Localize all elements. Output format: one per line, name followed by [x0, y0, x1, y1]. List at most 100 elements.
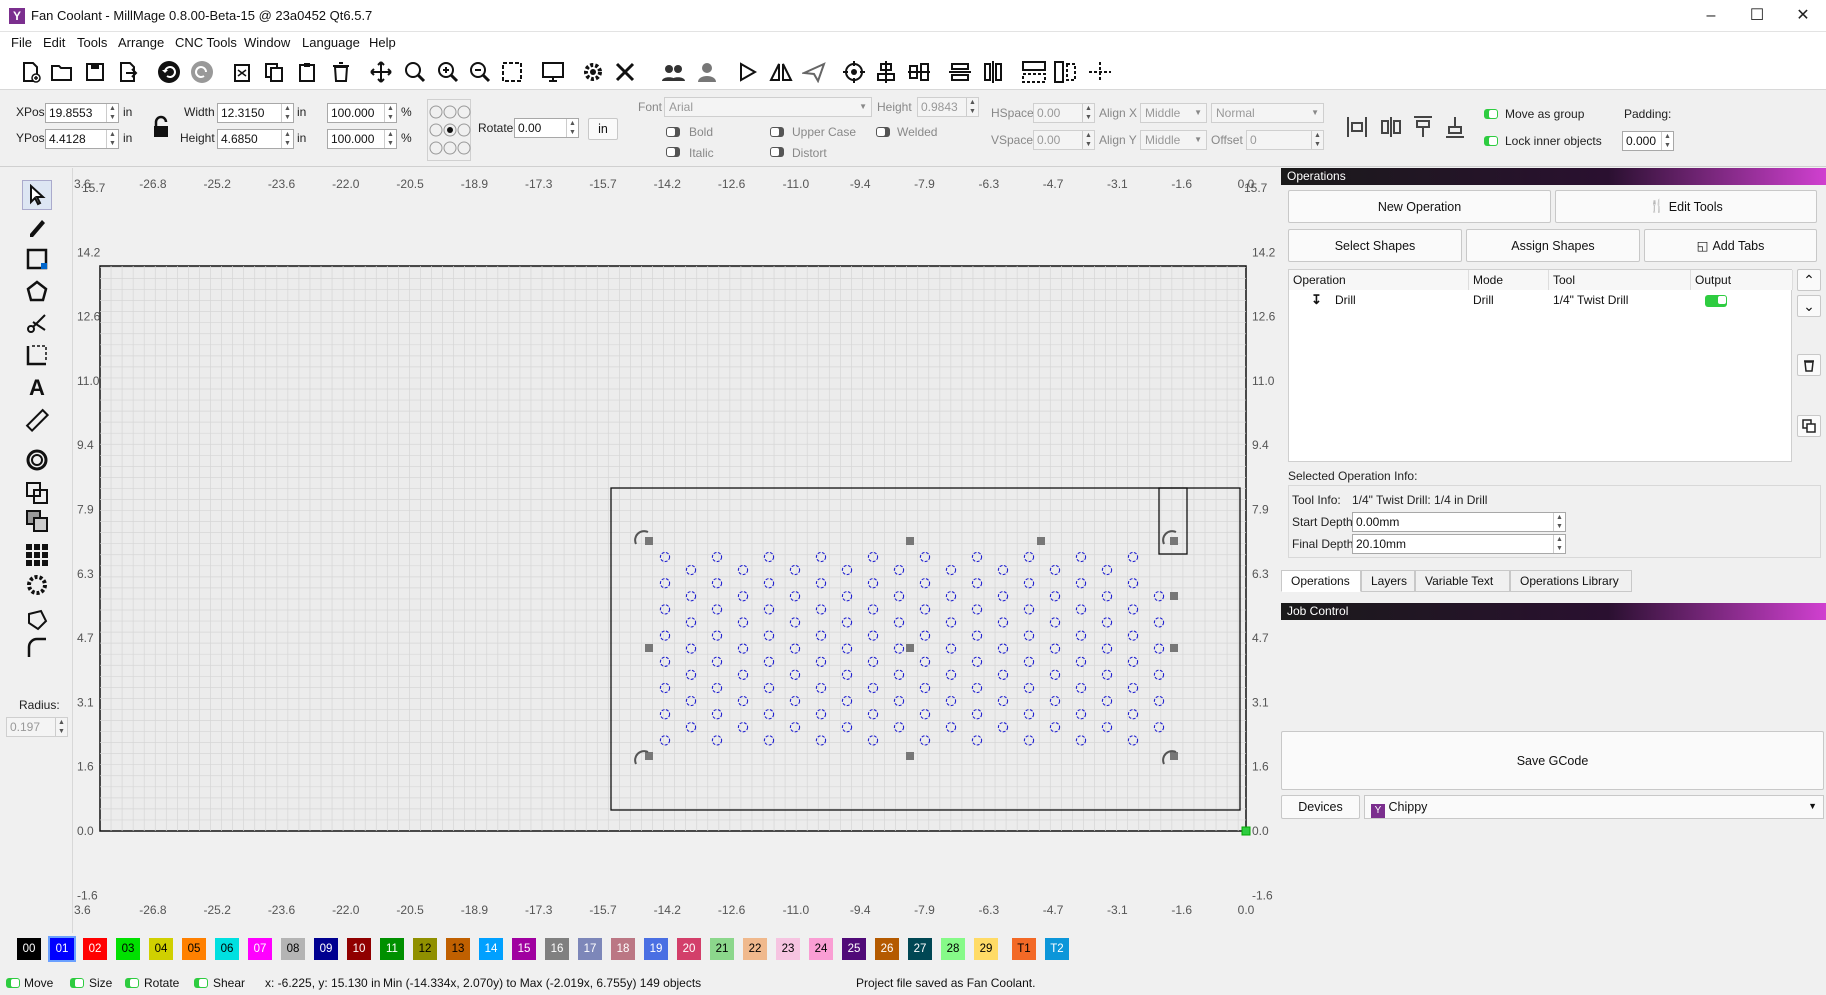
undo-icon[interactable]	[155, 58, 183, 86]
selection-handle[interactable]	[906, 644, 914, 652]
menu-edit[interactable]: Edit	[43, 35, 65, 50]
align-top-edges-icon[interactable]	[1412, 115, 1434, 142]
menu-language[interactable]: Language	[302, 35, 360, 50]
palette-swatch-19[interactable]: 19	[644, 938, 668, 960]
user-icon[interactable]	[693, 58, 721, 86]
open-folder-icon[interactable]	[48, 58, 76, 86]
minimize-button[interactable]: –	[1688, 0, 1734, 32]
align-middle-icon[interactable]	[905, 58, 933, 86]
tab-variable-text[interactable]: Variable Text	[1415, 570, 1510, 592]
output-toggle[interactable]	[1705, 295, 1727, 307]
palette-swatch-22[interactable]: 22	[743, 938, 767, 960]
font-height-input[interactable]: 0.9843 ▲ ▼	[917, 97, 979, 117]
distort-toggle[interactable]	[770, 147, 784, 157]
shear-toggle[interactable]	[194, 978, 208, 988]
selection-handle[interactable]	[645, 537, 653, 545]
zoom-selection-icon[interactable]	[498, 58, 526, 86]
palette-swatch-t2[interactable]: T2	[1045, 938, 1069, 960]
selection-handle[interactable]	[906, 537, 914, 545]
maximize-button[interactable]: ☐	[1734, 0, 1780, 32]
tab-operations-library[interactable]: Operations Library	[1510, 570, 1632, 592]
palette-swatch-25[interactable]: 25	[842, 938, 866, 960]
ypos-input[interactable]: 4.4128 ▲ ▼	[45, 129, 119, 149]
boolean-difference-icon[interactable]	[22, 506, 52, 536]
cut-icon[interactable]	[228, 58, 256, 86]
zoom-in-icon[interactable]	[433, 58, 461, 86]
target-icon[interactable]	[840, 58, 868, 86]
palette-swatch-27[interactable]: 27	[908, 938, 932, 960]
palette-swatch-16[interactable]: 16	[545, 938, 569, 960]
align-y-select[interactable]: Middle ▼	[1140, 130, 1207, 150]
palette-swatch-03[interactable]: 03	[116, 938, 140, 960]
align-center-icon[interactable]	[872, 58, 900, 86]
start-depth-input[interactable]: 0.00mm ▲ ▼	[1352, 512, 1566, 532]
palette-swatch-09[interactable]: 09	[314, 938, 338, 960]
selection-handle[interactable]	[645, 752, 653, 760]
text-style-select[interactable]: Normal ▼	[1211, 103, 1324, 123]
palette-swatch-18[interactable]: 18	[611, 938, 635, 960]
select-shapes-button[interactable]: Select Shapes	[1288, 229, 1462, 262]
canvas-area[interactable]: -26.8 -26.8 -25.2 -25.2 -23.6 -23.6 -22.0 -22.0…	[74, 168, 1278, 933]
selection-handle[interactable]	[645, 644, 653, 652]
selection-handle[interactable]	[1037, 537, 1045, 545]
units-toggle-button[interactable]: in	[588, 118, 618, 140]
menu-tools[interactable]: Tools	[77, 35, 107, 50]
monitor-icon[interactable]	[539, 58, 567, 86]
palette-swatch-t1[interactable]: T1	[1012, 938, 1036, 960]
palette-swatch-17[interactable]: 17	[578, 938, 602, 960]
palette-swatch-10[interactable]: 10	[347, 938, 371, 960]
palette-swatch-23[interactable]: 23	[776, 938, 800, 960]
scale-width-input[interactable]: 100.000 ▲ ▼	[327, 103, 397, 123]
scissors-tool-icon[interactable]	[22, 308, 52, 338]
tab-operations[interactable]: Operations	[1281, 570, 1361, 592]
text-tool-icon[interactable]: A	[22, 373, 52, 403]
rotate-input[interactable]: 0.00 ▲ ▼	[514, 118, 579, 138]
workspace-canvas[interactable]: -26.8 -26.8 -25.2 -25.2 -23.6 -23.6 -22.0 -22.0…	[74, 168, 1278, 933]
redo-icon[interactable]	[188, 58, 216, 86]
boolean-union-icon[interactable]	[22, 478, 52, 508]
rotate-toggle[interactable]	[125, 978, 139, 988]
anchor-selector[interactable]	[427, 99, 471, 161]
zoom-fit-icon[interactable]	[400, 58, 428, 86]
new-operation-button[interactable]: New Operation	[1288, 190, 1551, 223]
send-icon[interactable]	[800, 58, 828, 86]
devices-button[interactable]: Devices	[1281, 795, 1360, 819]
palette-swatch-05[interactable]: 05	[182, 938, 206, 960]
menu-file[interactable]: File	[11, 35, 32, 50]
palette-swatch-29[interactable]: 29	[974, 938, 998, 960]
align-spacing-icon[interactable]	[1380, 115, 1402, 142]
scale-height-input[interactable]: 100.000 ▲ ▼	[327, 129, 397, 149]
padding-input[interactable]: 0.000 ▲ ▼	[1622, 131, 1674, 151]
final-depth-input[interactable]: 20.10mm ▲ ▼	[1352, 534, 1566, 554]
palette-swatch-07[interactable]: 07	[248, 938, 272, 960]
palette-swatch-02[interactable]: 02	[83, 938, 107, 960]
col-tool[interactable]: Tool	[1549, 270, 1691, 290]
table-row[interactable]: ↧ Drill Drill 1/4" Twist Drill	[1289, 290, 1791, 310]
align-bottom-edges-icon[interactable]	[1444, 115, 1466, 142]
pen-tool-icon[interactable]	[22, 212, 52, 242]
palette-swatch-11[interactable]: 11	[380, 938, 404, 960]
col-operation[interactable]: Operation	[1289, 270, 1469, 290]
selection-handle[interactable]	[1170, 752, 1178, 760]
palette-swatch-06[interactable]: 06	[215, 938, 239, 960]
lock-inner-toggle[interactable]	[1484, 136, 1498, 146]
width-input[interactable]: 12.3150 ▲ ▼	[217, 103, 294, 123]
trash-icon[interactable]	[1797, 354, 1821, 376]
users-icon[interactable]	[660, 58, 688, 86]
hspace-input[interactable]: 0.00 ▲ ▼	[1033, 103, 1095, 123]
offset-input[interactable]: 0 ▲ ▼	[1246, 130, 1324, 150]
bold-toggle[interactable]	[666, 127, 680, 137]
align-left-edges-icon[interactable]	[1346, 115, 1368, 142]
palette-swatch-13[interactable]: 13	[446, 938, 470, 960]
selection-handle[interactable]	[1170, 592, 1178, 600]
palette-swatch-24[interactable]: 24	[809, 938, 833, 960]
selection-handle[interactable]	[906, 752, 914, 760]
col-output[interactable]: Output	[1691, 270, 1793, 290]
tools-wrench-icon[interactable]	[611, 58, 639, 86]
distribute-horizontal-icon[interactable]	[979, 58, 1007, 86]
duplicate-icon[interactable]	[1797, 415, 1821, 437]
palette-swatch-21[interactable]: 21	[710, 938, 734, 960]
pan-move-icon[interactable]	[367, 58, 395, 86]
assign-shapes-button[interactable]: Assign Shapes	[1466, 229, 1640, 262]
radius-input[interactable]: 0.197 ▲ ▼	[6, 717, 68, 737]
